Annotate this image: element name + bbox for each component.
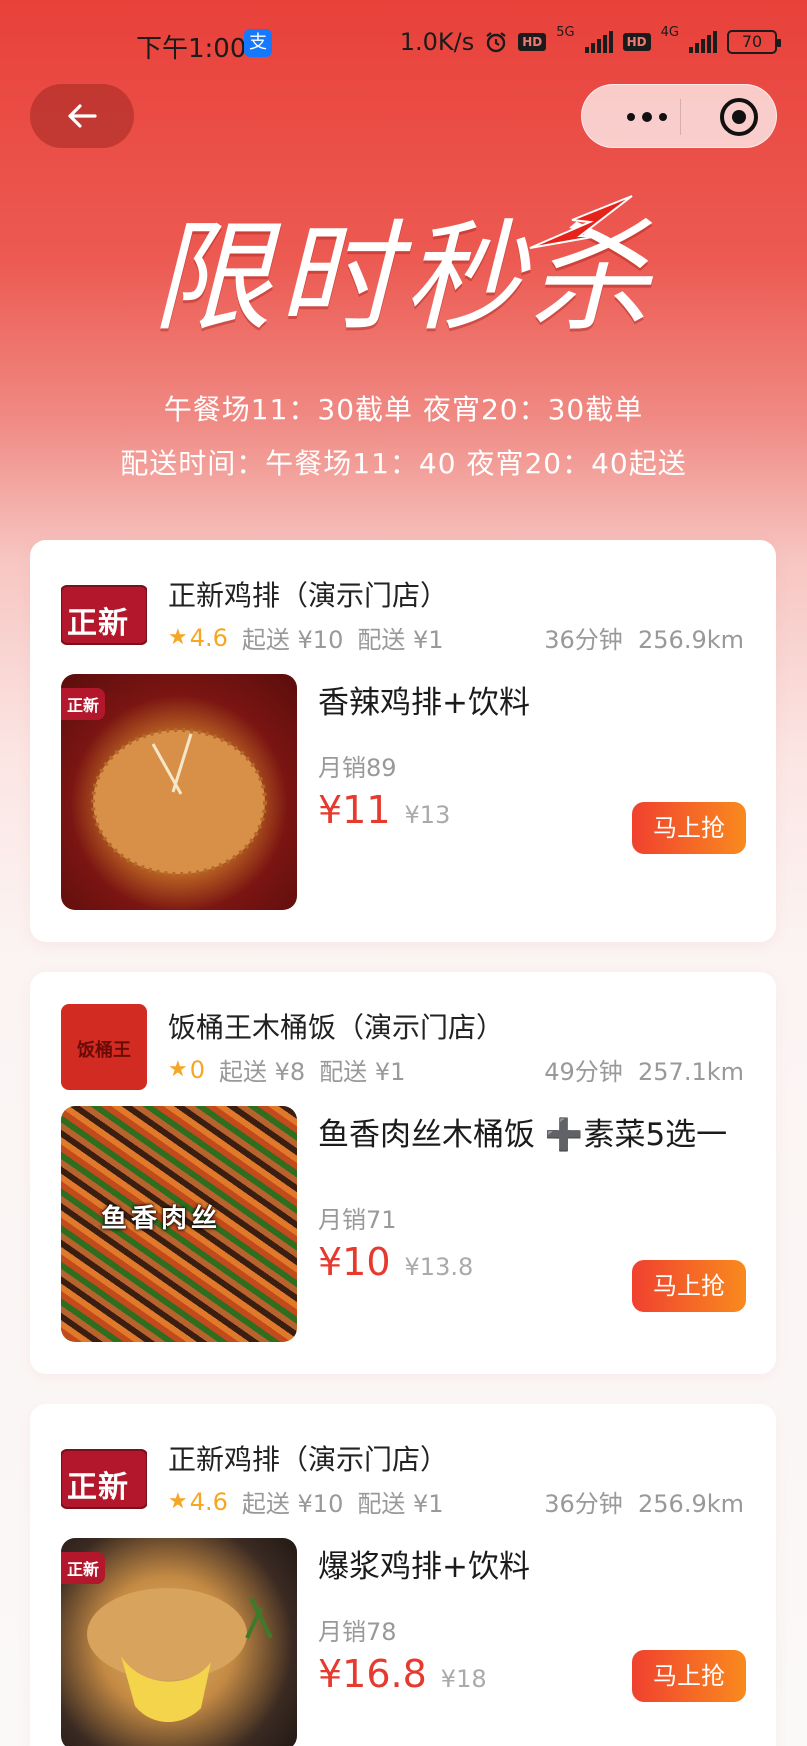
store-rating: 4.6: [189, 1487, 228, 1516]
arrow-left-icon: [68, 104, 97, 128]
store-meta: ★ 4.6 起送 ¥10 配送 ¥1: [168, 620, 444, 655]
eta: 36分钟: [544, 626, 623, 654]
store-rating: 4.6: [189, 623, 228, 652]
network-5g: 5G: [556, 24, 575, 40]
battery-icon: 70: [727, 30, 781, 54]
sale-price: ¥10: [318, 1240, 391, 1284]
original-price: ¥13.8: [404, 1253, 474, 1281]
flash-sale-page: 下午1:00 支 1.0K/s HD 5G HD 4G 70 限时秒杀 午餐场1…: [0, 0, 807, 1746]
star-icon: ★: [168, 1057, 188, 1082]
star-icon: ★: [168, 1489, 188, 1514]
distance: 257.1km: [638, 1058, 744, 1086]
alarm-icon: [486, 32, 506, 53]
status-right: 1.0K/s HD 5G HD 4G 70: [399, 24, 781, 56]
dish-name[interactable]: 爆浆鸡排+饮料: [318, 1544, 738, 1590]
brand-badge: 正新: [61, 1552, 106, 1584]
brand-badge: 正新: [61, 688, 106, 720]
dish-image[interactable]: 鱼香肉丝: [61, 1106, 297, 1342]
delivery-fee: 配送 ¥1: [319, 1058, 406, 1086]
delivery-times: 配送时间：午餐场11：40 夜宵20：40起送: [120, 447, 687, 480]
dish-name[interactable]: 鱼香肉丝木桶饭 ➕素菜5选一: [318, 1112, 738, 1158]
more-dots-icon[interactable]: [608, 85, 686, 149]
alipay-icon: 支: [244, 29, 272, 57]
min-order: 起送 ¥10: [241, 1490, 344, 1518]
sale-price: ¥16.8: [318, 1652, 427, 1696]
network-4g: 4G: [660, 24, 679, 40]
monthly-sales: 月销89: [318, 754, 397, 782]
monthly-sales: 月销78: [318, 1618, 397, 1646]
delivery-fee: 配送 ¥1: [357, 1490, 444, 1518]
banner-title: 限时秒杀: [151, 209, 656, 348]
store-rating: 0: [189, 1055, 206, 1084]
store-logo-text: 正新: [67, 1470, 129, 1505]
sale-price: ¥11: [318, 788, 391, 832]
status-time: 下午1:00: [136, 34, 247, 64]
back-button[interactable]: [30, 84, 134, 148]
delivery-fee: 配送 ¥1: [357, 626, 444, 654]
eta-distance: 36分钟 256.9km: [544, 620, 744, 655]
price-row: ¥11 ¥13: [318, 788, 450, 832]
grab-button[interactable]: 马上抢: [632, 1260, 746, 1312]
hd-icon-2: HD: [622, 33, 651, 51]
price-row: ¥16.8 ¥18: [318, 1652, 487, 1696]
monthly-sales: 月销71: [318, 1206, 397, 1234]
grab-button[interactable]: 马上抢: [632, 1650, 746, 1702]
target-icon[interactable]: [720, 98, 758, 136]
store-name[interactable]: 饭桶王木桶饭（演示门店）: [168, 1006, 504, 1046]
cutoff-times: 午餐场11：30截单 夜宵20：30截单: [163, 393, 644, 426]
hd-icon: HD: [518, 33, 547, 51]
star-icon: ★: [168, 625, 188, 650]
original-price: ¥13: [404, 801, 451, 829]
lightning-icon: [529, 195, 633, 249]
signal-icon-2: [689, 31, 717, 53]
store-meta: ★ 4.6 起送 ¥10 配送 ¥1: [168, 1484, 444, 1519]
eta: 49分钟: [544, 1058, 623, 1086]
store-logo: 正新: [61, 1436, 147, 1522]
capsule-divider: [680, 99, 681, 135]
dish-name[interactable]: 香辣鸡排+饮料: [318, 680, 738, 726]
net-speed: 1.0K/s: [399, 28, 475, 56]
store-name[interactable]: 正新鸡排（演示门店）: [168, 574, 448, 614]
distance: 256.9km: [638, 1490, 744, 1518]
mini-program-capsule: [581, 84, 777, 148]
min-order: 起送 ¥8: [219, 1058, 306, 1086]
dish-image[interactable]: 正新: [61, 674, 297, 910]
distance: 256.9km: [638, 626, 744, 654]
deal-card[interactable]: 饭桶王 饭桶王木桶饭（演示门店） ★ 0 起送 ¥8 配送 ¥1 49分钟 25…: [30, 972, 776, 1374]
store-logo-text: 正新: [67, 606, 129, 641]
original-price: ¥18: [440, 1665, 487, 1693]
store-meta: ★ 0 起送 ¥8 配送 ¥1: [168, 1052, 405, 1087]
store-logo-text: 饭桶王: [77, 1040, 131, 1061]
deal-card[interactable]: 正新 正新鸡排（演示门店） ★ 4.6 起送 ¥10 配送 ¥1 36分钟 25…: [30, 540, 776, 942]
store-logo: 饭桶王: [61, 1004, 147, 1090]
min-order: 起送 ¥10: [241, 626, 344, 654]
eta-distance: 49分钟 257.1km: [544, 1052, 744, 1087]
eta: 36分钟: [544, 1490, 623, 1518]
dish-image-caption: 鱼香肉丝: [101, 1204, 222, 1234]
grab-button[interactable]: 马上抢: [632, 802, 746, 854]
dish-image[interactable]: 正新: [61, 1538, 297, 1746]
status-bar: 下午1:00 支 1.0K/s HD 5G HD 4G 70: [0, 0, 807, 86]
store-logo: 正新: [61, 572, 147, 658]
signal-icon: [584, 31, 613, 53]
eta-distance: 36分钟 256.9km: [544, 1484, 744, 1519]
deal-card[interactable]: 正新 正新鸡排（演示门店） ★ 4.6 起送 ¥10 配送 ¥1 36分钟 25…: [30, 1404, 776, 1746]
store-name[interactable]: 正新鸡排（演示门店）: [168, 1438, 448, 1478]
price-row: ¥10 ¥13.8: [318, 1240, 473, 1284]
